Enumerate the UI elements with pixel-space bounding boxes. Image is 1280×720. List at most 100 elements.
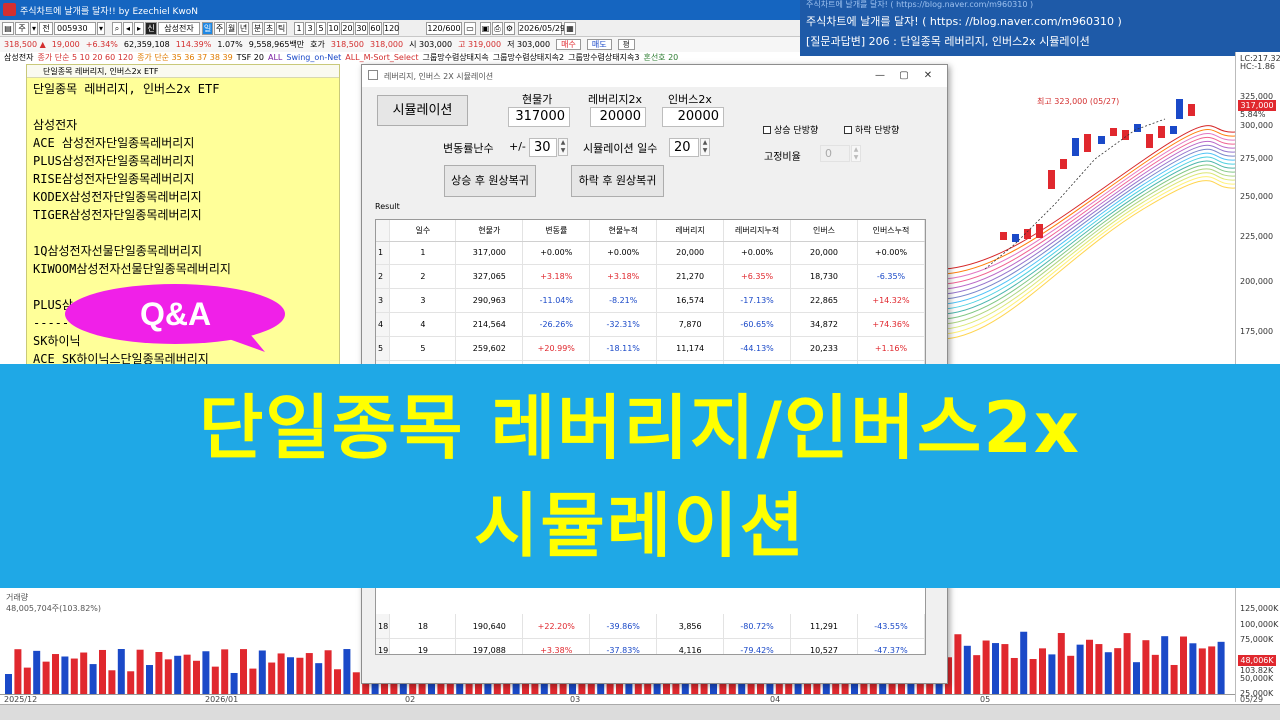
period-minute[interactable]: 분 — [252, 22, 263, 35]
table-cell: 3 — [389, 288, 457, 314]
fixed-ratio-input[interactable]: 0 — [820, 145, 850, 162]
leverage-input[interactable]: 20000 — [590, 107, 646, 127]
maximize-icon[interactable]: ▢ — [897, 69, 911, 83]
table-row[interactable]: 1 1 317,000 +0.00% +0.00% 20,000 +0.00% 20,000 +… — [376, 241, 925, 266]
inverse-input[interactable]: 20000 — [662, 107, 724, 127]
column-header[interactable]: 변동률 — [522, 220, 591, 242]
column-header[interactable]: 인버스누적 — [857, 220, 925, 242]
table-row[interactable]: 18 18 190,640 +22.20% -39.86% 3,856 -80.72% 11,… — [376, 614, 925, 639]
volume-bar — [992, 643, 999, 694]
indicator-item[interactable]: 혼선호 20 — [643, 53, 678, 62]
spot-price-input[interactable]: 317000 — [508, 107, 570, 127]
stock-code-input[interactable]: 005930 — [54, 22, 96, 35]
indicator-item[interactable]: ALL_M-Sort_Select — [345, 53, 418, 62]
indicator-item[interactable]: 종가 단순 35 36 37 38 39 — [137, 53, 233, 62]
volume-bar — [80, 652, 88, 694]
period-month[interactable]: 월 — [226, 22, 237, 35]
blog-url-line: 주식차트에 날개를 달자! ( https: //blog.naver.com/… — [806, 15, 1122, 28]
checkbox-icon — [763, 126, 771, 134]
volatility-spinner[interactable]: ▲ ▼ — [558, 138, 568, 156]
column-header[interactable]: 인버스 — [790, 220, 858, 242]
up-then-recover-button[interactable]: 상승 후 원상복귀 — [444, 165, 536, 197]
table-row[interactable]: 5 5 259,602 +20.99% -18.11% 11,174 -44.13% 20,2… — [376, 336, 925, 361]
days-input[interactable]: 20 — [669, 138, 699, 157]
volume-bar — [164, 659, 172, 694]
save-icon[interactable]: ▣ — [480, 22, 491, 35]
volume-bar — [1180, 636, 1187, 694]
period-year[interactable]: 년 — [238, 22, 249, 35]
volume-bar — [305, 653, 313, 694]
minute-3[interactable]: 3 — [305, 22, 315, 35]
volatility-input[interactable]: 30 — [529, 138, 557, 157]
simulate-button[interactable]: 시뮬레이션 — [377, 95, 468, 126]
indicator-item[interactable]: 그룹망수렴상태지속2 — [493, 53, 564, 62]
row-number: 5 — [376, 336, 391, 361]
minute-120[interactable]: 120 — [383, 22, 399, 35]
days-spinner[interactable]: ▲ ▼ — [700, 138, 710, 156]
buy-button[interactable]: 매수 — [556, 39, 581, 50]
fixed-ratio-spinner[interactable]: ▲ ▼ — [851, 145, 861, 162]
minute-1[interactable]: 1 — [294, 22, 304, 35]
table-row[interactable]: 19 19 197,088 +3.38% -37.83% 4,116 -79.42% 10,5… — [376, 638, 925, 654]
indicator-item[interactable]: ALL — [268, 53, 282, 62]
minute-30[interactable]: 30 — [355, 22, 368, 35]
indicator-item[interactable]: Swing_on-Net — [286, 53, 341, 62]
period-week[interactable]: 주 — [214, 22, 225, 35]
down-one-way-checkbox[interactable]: 하락 단방향 — [844, 123, 899, 136]
calendar-icon[interactable]: ▦ — [564, 22, 576, 35]
indicator-item[interactable]: 삼성전자 — [4, 53, 33, 62]
price-tick: 175,000 — [1240, 327, 1274, 336]
volume-bar — [315, 663, 323, 694]
indicator-item[interactable]: 그룹망수렴상태지속3 — [568, 53, 639, 62]
mode-select[interactable]: 주 — [15, 22, 29, 35]
date-field[interactable]: 2026/05/29 — [518, 22, 565, 35]
minute-60[interactable]: 60 — [369, 22, 382, 35]
indicator-item[interactable]: 그룹망수렴상태지속 — [423, 53, 489, 62]
volume-bar — [5, 674, 12, 694]
menu-icon[interactable]: ▤ — [2, 22, 14, 35]
table-row[interactable]: 3 3 290,963 -11.04% -8.21% 16,574 -17.13% 22,86… — [376, 288, 925, 314]
period-second[interactable]: 초 — [264, 22, 275, 35]
table-row[interactable]: 4 4 214,564 -26.26% -32.31% 7,870 -60.65% 34,87… — [376, 312, 925, 338]
print-icon[interactable]: ⎙ — [492, 22, 503, 35]
zoom-field[interactable]: 120/600 — [426, 22, 462, 35]
indicator-item[interactable]: TSF 20 — [237, 53, 264, 62]
up-one-way-label: 상승 단방향 — [774, 126, 819, 136]
column-header[interactable]: 레버리지 — [656, 220, 725, 242]
down-then-recover-button[interactable]: 하락 후 원상복귀 — [571, 165, 664, 197]
sell-button[interactable]: 매도 — [586, 39, 612, 50]
price-chart[interactable]: 최고 323,000 (05/27) — [945, 64, 1235, 366]
search-icon[interactable]: ⌕ — [112, 22, 122, 35]
close-icon[interactable]: ✕ — [921, 69, 935, 83]
chart-scrollbar[interactable] — [0, 704, 1280, 720]
eval-button[interactable]: 평 — [617, 39, 635, 50]
code-dropdown-icon[interactable]: ▾ — [97, 22, 105, 35]
memo-title: 단일종목 레버리지, 인버스2x ETF — [27, 65, 339, 78]
minute-20[interactable]: 20 — [341, 22, 354, 35]
column-header[interactable]: 현물가 — [455, 220, 524, 242]
indicator-item[interactable]: 종가 단순 5 10 20 60 120 — [37, 53, 133, 62]
up-one-way-checkbox[interactable]: 상승 단방향 — [763, 123, 818, 136]
column-header[interactable]: 레버리지누적 — [723, 220, 792, 242]
mode-dropdown-icon[interactable]: ▾ — [30, 22, 38, 35]
prev-stock-icon[interactable]: ◂ — [123, 22, 133, 35]
minute-10[interactable]: 10 — [327, 22, 340, 35]
zoom-slider-icon[interactable]: ▭ — [464, 22, 476, 35]
settings-icon[interactable]: ⚙ — [504, 22, 515, 35]
table-cell: 20,233 — [790, 336, 858, 361]
price-tick: 225,000 — [1240, 232, 1274, 241]
candle — [1012, 234, 1019, 242]
next-stock-icon[interactable]: ▸ — [134, 22, 144, 35]
period-tick[interactable]: 틱 — [276, 22, 287, 35]
column-header[interactable]: 현물누적 — [589, 220, 658, 242]
table-cell: +0.00% — [522, 241, 591, 266]
table-cell: 11,291 — [790, 614, 858, 639]
period-day[interactable]: 일 — [202, 22, 213, 35]
minute-5[interactable]: 5 — [316, 22, 326, 35]
minimize-icon[interactable]: — — [873, 69, 887, 83]
market-select[interactable]: 전 — [39, 22, 53, 35]
volume-bar — [42, 661, 50, 694]
table-row[interactable]: 2 2 327,065 +3.18% +3.18% 21,270 +6.35% 18,730-… — [376, 264, 925, 290]
column-header[interactable]: 일수 — [389, 220, 457, 242]
table-cell: 214,564 — [455, 312, 524, 338]
